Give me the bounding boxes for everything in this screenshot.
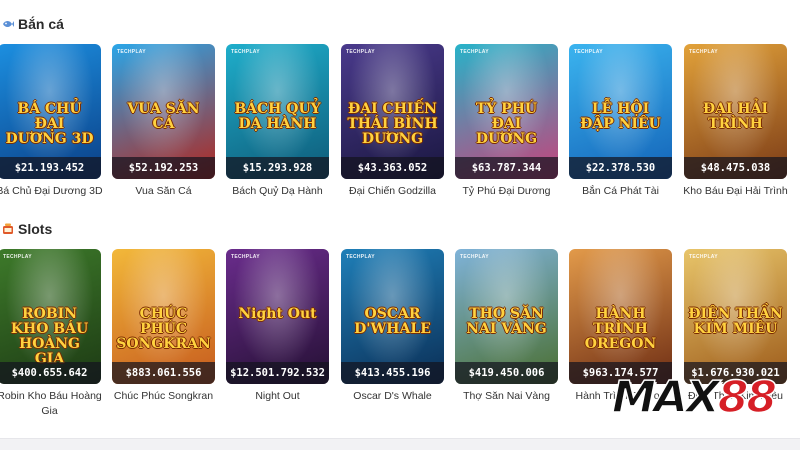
jackpot-value: $43.363.052 xyxy=(341,157,444,179)
art-title: HÀNH TRÌNH OREGON xyxy=(584,306,657,352)
game-thumbnail[interactable]: TECHPLAY ĐẠI CHIẾN THÁI BÌNH DƯƠNG $43.3… xyxy=(341,44,444,179)
jackpot-value: $48.475.038 xyxy=(684,157,787,179)
jackpot-value: $15.293.928 xyxy=(226,157,329,179)
jackpot-value: $52.192.253 xyxy=(112,157,215,179)
provider-logo: TECHPLAY xyxy=(117,49,146,55)
game-name[interactable]: Bắn Cá Phát Tài xyxy=(563,184,678,199)
section-title: Slots xyxy=(18,221,53,237)
game-name[interactable]: Night Out xyxy=(220,389,335,404)
jackpot-value: $12.501.792.532 xyxy=(226,362,329,384)
game-card[interactable]: TECHPLAY ĐẠI HẢI TRÌNH $48.475.038 Kho B… xyxy=(683,44,788,224)
game-card[interactable]: TECHPLAY VUA SĂN CÁ $52.192.253 Vua Săn … xyxy=(112,44,215,224)
art-title: ĐIỆN THẦN KIM MIÊU xyxy=(688,306,783,337)
game-name[interactable]: Robin Kho Báu Hoàng Gia xyxy=(0,389,107,419)
art-title: TỶ PHÚ ĐẠI DƯƠNG xyxy=(475,101,538,147)
game-card[interactable]: CHÚC PHÚC SONGKRAN $883.061.556 Chúc Phú… xyxy=(112,249,215,429)
game-row-ban-ca: BÁ CHỦ ĐẠI DƯƠNG 3D $21.193.452 Bá Chủ Đ… xyxy=(0,44,800,224)
game-name[interactable]: Tỷ Phú Đại Dương xyxy=(449,184,564,199)
game-name[interactable]: Đại Chiến Godzilla xyxy=(335,184,450,199)
jackpot-value: $22.378.530 xyxy=(569,157,672,179)
jackpot-value: $413.455.196 xyxy=(341,362,444,384)
art-title: CHÚC PHÚC SONGKRAN xyxy=(116,306,211,352)
logo-text-88: 88 xyxy=(717,371,778,424)
provider-logo: TECHPLAY xyxy=(346,49,375,55)
game-name[interactable]: Bách Quỷ Dạ Hành xyxy=(220,184,335,199)
game-thumbnail[interactable]: HÀNH TRÌNH OREGON $963.174.577 xyxy=(569,249,672,384)
jackpot-value: $63.787.344 xyxy=(455,157,558,179)
provider-logo: TECHPLAY xyxy=(3,254,32,260)
art-title: ĐẠI CHIẾN THÁI BÌNH DƯƠNG xyxy=(347,101,438,147)
game-thumbnail[interactable]: TECHPLAY ROBIN KHO BÁU HOÀNG GIA $400.65… xyxy=(0,249,101,384)
section-title: Bắn cá xyxy=(18,16,64,32)
game-name[interactable]: Kho Báu Đại Hải Trình xyxy=(678,184,793,199)
game-card[interactable]: TECHPLAY ROBIN KHO BÁU HOÀNG GIA $400.65… xyxy=(0,249,102,429)
game-thumbnail[interactable]: TECHPLAY ĐIỆN THẦN KIM MIÊU $1.676.930.0… xyxy=(684,249,787,384)
logo-text-max: MAX xyxy=(611,371,720,424)
max88-watermark-logo: MAX88 xyxy=(611,368,790,440)
game-name[interactable]: Chúc Phúc Songkran xyxy=(106,389,221,404)
jackpot-value: $883.061.556 xyxy=(112,362,215,384)
art-title: ROBIN KHO BÁU HOÀNG GIA xyxy=(10,306,89,367)
jackpot-value: $21.193.452 xyxy=(0,157,101,179)
game-card[interactable]: TECHPLAY Night Out $12.501.792.532 Night… xyxy=(226,249,329,429)
game-thumbnail[interactable]: TECHPLAY Night Out $12.501.792.532 xyxy=(226,249,329,384)
art-title: OSCAR D'WHALE xyxy=(354,306,431,337)
provider-logo: TECHPLAY xyxy=(231,49,260,55)
game-card[interactable]: TECHPLAY THỢ SĂN NAI VÀNG $419.450.006 T… xyxy=(455,249,558,429)
game-card[interactable]: TECHPLAY LỄ HỘI ĐẬP NIÊU $22.378.530 Bắn… xyxy=(569,44,672,224)
art-title: THỢ SĂN NAI VÀNG xyxy=(466,306,547,337)
game-card[interactable]: TECHPLAY BÁCH QUỶ DẠ HÀNH $15.293.928 Bá… xyxy=(226,44,329,224)
section-header-slots: Slots xyxy=(2,218,52,240)
art-title: VUA SĂN CÁ xyxy=(127,101,200,132)
jackpot-value: $419.450.006 xyxy=(455,362,558,384)
provider-logo: TECHPLAY xyxy=(460,254,489,260)
game-card[interactable]: TECHPLAY TỶ PHÚ ĐẠI DƯƠNG $63.787.344 Tỷ… xyxy=(455,44,558,224)
logo-text: MAX88 xyxy=(611,368,778,428)
art-title: LỄ HỘI ĐẬP NIÊU xyxy=(580,101,661,132)
game-thumbnail[interactable]: TECHPLAY OSCAR D'WHALE $413.455.196 xyxy=(341,249,444,384)
game-thumbnail[interactable]: TECHPLAY LỄ HỘI ĐẬP NIÊU $22.378.530 xyxy=(569,44,672,179)
game-card[interactable]: TECHPLAY ĐẠI CHIẾN THÁI BÌNH DƯƠNG $43.3… xyxy=(341,44,444,224)
provider-logo: TECHPLAY xyxy=(460,49,489,55)
game-thumbnail[interactable]: TECHPLAY TỶ PHÚ ĐẠI DƯƠNG $63.787.344 xyxy=(455,44,558,179)
provider-logo: TECHPLAY xyxy=(231,254,260,260)
jackpot-value: $400.655.642 xyxy=(0,362,101,384)
section-header-ban-ca: Bắn cá xyxy=(2,13,64,35)
game-thumbnail[interactable]: TECHPLAY VUA SĂN CÁ $52.192.253 xyxy=(112,44,215,179)
provider-logo: TECHPLAY xyxy=(346,254,375,260)
game-name[interactable]: Oscar D's Whale xyxy=(335,389,450,404)
art-title: BÁ CHỦ ĐẠI DƯƠNG 3D xyxy=(5,101,94,147)
game-thumbnail[interactable]: TECHPLAY BÁCH QUỶ DẠ HÀNH $15.293.928 xyxy=(226,44,329,179)
fish-icon xyxy=(3,21,14,27)
provider-logo: TECHPLAY xyxy=(689,254,718,260)
game-card[interactable]: BÁ CHỦ ĐẠI DƯƠNG 3D $21.193.452 Bá Chủ Đ… xyxy=(0,44,103,224)
slot-machine-icon xyxy=(3,223,13,234)
game-thumbnail[interactable]: CHÚC PHÚC SONGKRAN $883.061.556 xyxy=(112,249,215,384)
game-name[interactable]: Vua Săn Cá xyxy=(106,184,221,199)
game-name[interactable]: Bá Chủ Đại Dương 3D xyxy=(0,184,107,199)
art-title: Night Out xyxy=(238,306,317,322)
provider-logo: TECHPLAY xyxy=(574,49,603,55)
game-card[interactable]: TECHPLAY OSCAR D'WHALE $413.455.196 Osca… xyxy=(341,249,444,429)
game-thumbnail[interactable]: BÁ CHỦ ĐẠI DƯƠNG 3D $21.193.452 xyxy=(0,44,101,179)
game-thumbnail[interactable]: TECHPLAY ĐẠI HẢI TRÌNH $48.475.038 xyxy=(684,44,787,179)
art-title: ĐẠI HẢI TRÌNH xyxy=(702,101,769,132)
game-name[interactable]: Thợ Săn Nai Vàng xyxy=(449,389,564,404)
game-thumbnail[interactable]: TECHPLAY THỢ SĂN NAI VÀNG $419.450.006 xyxy=(455,249,558,384)
art-title: BÁCH QUỶ DẠ HÀNH xyxy=(234,101,321,132)
provider-logo: TECHPLAY xyxy=(689,49,718,55)
